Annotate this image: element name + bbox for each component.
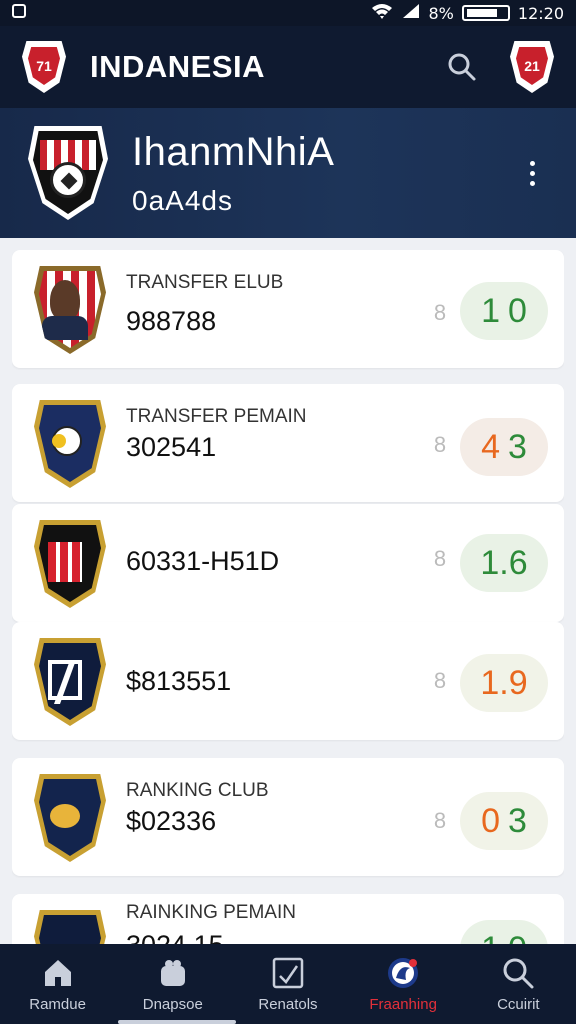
wifi-icon — [371, 2, 393, 24]
score-badge: 1 0 — [460, 920, 548, 944]
nav-label: Renatols — [258, 995, 318, 1013]
item-caption: TRANSFER PEMAIN — [126, 406, 307, 427]
nav-item-chart[interactable]: Renatols — [233, 944, 343, 1024]
battery-percent: 8% — [428, 3, 454, 23]
notification-icon — [12, 3, 26, 23]
item-amount: 302541 — [126, 432, 217, 462]
list-item[interactable]: RAINKING PEMAIN 3024 15 1 0 — [12, 894, 564, 944]
club-crest-icon — [34, 638, 106, 726]
app-bar: 71 INDANESIA 21 — [0, 26, 576, 108]
bottom-navigation: Ramdue Dnapsoe Renatols Fraanhing Ccuiri… — [0, 944, 576, 1024]
chart-icon — [272, 957, 304, 988]
gesture-bar — [118, 1020, 236, 1024]
stats-list: TRANSFER ELUB 988788 8 1 0 TRANSFER PEMA… — [12, 250, 564, 944]
more-options-button[interactable] — [520, 153, 544, 193]
nav-item-home[interactable]: Ramdue — [3, 944, 113, 1024]
score-badge: 1 0 — [460, 282, 548, 340]
search-button[interactable] — [442, 47, 482, 87]
nav-label: Dnapsoe — [142, 995, 203, 1013]
item-caption: RANKING CLUB — [126, 780, 269, 801]
team-name: IhanmNhiA — [132, 129, 335, 174]
link-icon[interactable]: 8 — [430, 808, 450, 834]
nav-label: Ramdue — [29, 995, 86, 1013]
list-item[interactable]: $813551 8 1.9 — [12, 622, 564, 740]
club-crest-icon — [34, 774, 106, 862]
score-home: 0 — [481, 801, 500, 840]
list-item[interactable]: TRANSFER ELUB 988788 8 1 0 — [12, 250, 564, 368]
signal-icon — [401, 2, 421, 24]
team-header: IhanmNhiA 0aA4ds — [0, 108, 576, 238]
score-home: 1 — [481, 930, 500, 945]
club-crest-icon — [34, 400, 106, 488]
score-value: 1.6 — [480, 543, 528, 582]
link-icon[interactable]: 8 — [430, 300, 450, 326]
nav-item-search[interactable]: Ccuirit — [463, 944, 573, 1024]
score-badge: 1.6 — [460, 534, 548, 592]
item-amount: $02336 — [126, 806, 217, 836]
nav-item-bag[interactable]: Dnapsoe — [118, 944, 228, 1024]
score-away: 0 — [508, 291, 527, 330]
item-amount: 60331-H51D — [126, 546, 280, 576]
team-subtitle: 0aA4ds — [132, 184, 233, 216]
list-item[interactable]: 60331-H51D 8 1.6 — [12, 504, 564, 622]
club-logo-icon — [388, 957, 419, 988]
team-logo — [28, 126, 108, 220]
item-amount: 3024 15 — [126, 930, 224, 944]
club-crest-icon — [34, 910, 106, 944]
score-away: 0 — [508, 930, 527, 945]
score-badge: 1.9 — [460, 654, 548, 712]
score-away: 3 — [508, 427, 527, 466]
item-caption: RAINKING PEMAIN — [126, 902, 296, 923]
bag-icon — [160, 959, 185, 986]
app-title: INDANESIA — [90, 49, 266, 84]
link-icon[interactable]: 8 — [430, 432, 450, 458]
score-home: 1 — [481, 291, 500, 330]
score-badge: 0 3 — [460, 792, 548, 850]
nav-item-ranking[interactable]: Fraanhing — [348, 944, 458, 1024]
link-icon[interactable]: 8 — [430, 546, 450, 572]
score-away: 3 — [508, 801, 527, 840]
status-bar: 8% 12:20 — [0, 0, 576, 26]
nav-label: Fraanhing — [369, 995, 437, 1013]
profile-crest-icon[interactable]: 21 — [510, 41, 554, 93]
item-caption: TRANSFER ELUB — [126, 272, 284, 293]
player-crest-icon — [34, 266, 106, 354]
football-icon — [50, 162, 86, 198]
search-icon — [503, 958, 534, 988]
nav-label: Ccuirit — [497, 995, 540, 1013]
club-crest-icon — [34, 520, 106, 608]
list-item[interactable]: RANKING CLUB $02336 8 0 3 — [12, 758, 564, 876]
score-home: 4 — [481, 427, 500, 466]
team-crest-icon[interactable]: 71 — [22, 41, 66, 93]
list-item[interactable]: TRANSFER PEMAIN 302541 8 4 3 — [12, 384, 564, 502]
search-icon — [448, 53, 476, 81]
home-icon — [44, 959, 71, 986]
link-icon[interactable]: 8 — [430, 668, 450, 694]
item-amount: 988788 — [126, 306, 217, 336]
clock: 12:20 — [517, 3, 564, 23]
score-badge: 4 3 — [460, 418, 548, 476]
score-value: 1.9 — [480, 663, 528, 702]
item-amount: $813551 — [126, 666, 232, 696]
battery-icon — [461, 5, 510, 21]
